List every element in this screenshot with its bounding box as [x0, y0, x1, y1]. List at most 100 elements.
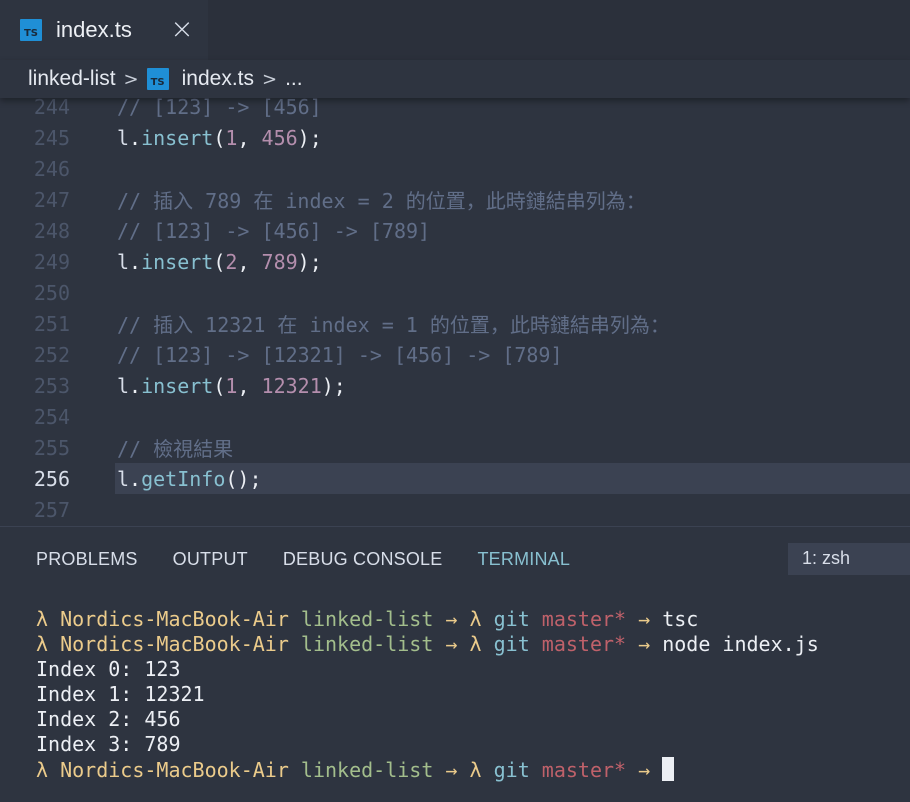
- prompt-arrow: →: [445, 758, 458, 782]
- terminal-output-line: Index 0: 123: [36, 657, 181, 681]
- code-line[interactable]: 257: [0, 494, 910, 525]
- code-line[interactable]: 247 // 插入 789 在 index = 2 的位置，此時鏈結串列為：: [0, 184, 910, 215]
- terminal-output-line: Index 2: 456: [36, 707, 181, 731]
- tab-label: index.ts: [56, 17, 132, 42]
- terminal-line: Index 0: 123: [36, 657, 819, 682]
- code-line[interactable]: 250: [0, 277, 910, 308]
- code-token: // 檢視結果: [117, 437, 234, 461]
- code-line[interactable]: 251 // 插入 12321 在 index = 1 的位置，此時鏈結串列為：: [0, 308, 910, 339]
- code-token: 789: [261, 249, 298, 274]
- code-token: 1: [225, 373, 238, 398]
- code-line[interactable]: 246: [0, 153, 910, 184]
- code-token: ,: [237, 125, 262, 150]
- tab-index-ts[interactable]: TS index.ts ×: [0, 0, 208, 60]
- prompt-host: Nordics-MacBook-Air: [60, 758, 289, 782]
- tab-debug-console[interactable]: DEBUG CONSOLE: [283, 549, 443, 570]
- prompt-branch: master*: [541, 607, 627, 631]
- code-token: .: [129, 373, 142, 398]
- typescript-file-icon: TS: [20, 19, 42, 41]
- code-token: );: [297, 125, 322, 150]
- line-number: 256: [33, 466, 70, 491]
- code-token: .: [129, 466, 142, 491]
- prompt-arrow: →: [638, 632, 651, 656]
- code-token: getInfo: [141, 466, 226, 491]
- code-text: l.getInfo();: [117, 467, 262, 491]
- code-line[interactable]: 252 // [123] -> [12321] -> [456] -> [789]: [0, 339, 910, 370]
- prompt-arrow: →: [445, 632, 458, 656]
- breadcrumb: linked-list > TS index.ts > ...: [0, 60, 910, 98]
- line-number: 244: [33, 98, 70, 119]
- line-number: 254: [33, 404, 70, 429]
- tab-problems[interactable]: PROBLEMS: [36, 549, 138, 570]
- line-number: 255: [33, 435, 70, 460]
- code-token: // [123] -> [456]: [117, 98, 322, 119]
- panel-tab-list: PROBLEMS OUTPUT DEBUG CONSOLE TERMINAL: [36, 549, 605, 570]
- breadcrumb-symbol[interactable]: ...: [285, 67, 303, 91]
- prompt-directory: linked-list: [300, 607, 434, 631]
- prompt-lambda: λ: [469, 758, 482, 782]
- code-token: l: [117, 373, 130, 398]
- editor-tab-bar: TS index.ts ×: [0, 0, 910, 60]
- code-text: // [123] -> [456] -> [789]: [117, 219, 430, 243]
- code-line[interactable]: 254: [0, 401, 910, 432]
- code-line[interactable]: 248 // [123] -> [456] -> [789]: [0, 215, 910, 246]
- terminal-line: λ Nordics-MacBook-Air linked-list → λ gi…: [36, 632, 819, 657]
- code-text: // 插入 12321 在 index = 1 的位置，此時鏈結串列為：: [117, 309, 670, 338]
- prompt-lambda: λ: [36, 607, 49, 631]
- code-token: // [123] -> [456] -> [789]: [117, 218, 431, 243]
- prompt-git: git: [493, 758, 530, 782]
- breadcrumb-folder[interactable]: linked-list: [28, 67, 116, 91]
- code-token: (: [213, 373, 226, 398]
- close-icon[interactable]: ×: [170, 15, 194, 43]
- prompt-arrow: →: [638, 607, 651, 631]
- prompt-branch: master*: [541, 758, 627, 782]
- code-token: .: [129, 125, 142, 150]
- line-number: 247: [33, 187, 70, 212]
- code-token: insert: [141, 373, 214, 398]
- code-token: // [123] -> [12321] -> [456] -> [789]: [117, 342, 563, 367]
- chevron-right-icon: >: [262, 68, 278, 90]
- code-line[interactable]: 253 l.insert(1, 12321);: [0, 370, 910, 401]
- code-line[interactable]: 244 // [123] -> [456]: [0, 98, 910, 122]
- terminal-command: tsc: [662, 607, 699, 631]
- terminal-output[interactable]: λ Nordics-MacBook-Air linked-list → λ gi…: [36, 607, 819, 783]
- code-text: l.insert(2, 789);: [117, 250, 322, 274]
- code-token: // 插入 12321 在 index = 1 的位置，此時鏈結串列為：: [117, 313, 670, 337]
- terminal-output-line: Index 1: 12321: [36, 682, 205, 706]
- code-text: // [123] -> [456]: [117, 98, 322, 119]
- tab-terminal[interactable]: TERMINAL: [477, 549, 570, 570]
- terminal-line: Index 1: 12321: [36, 682, 819, 707]
- code-text: l.insert(1, 456);: [117, 126, 322, 150]
- code-token: );: [321, 373, 346, 398]
- line-number: 250: [33, 280, 70, 305]
- code-editor[interactable]: 244 // [123] -> [456] 245 l.insert(1, 456);…: [0, 98, 910, 526]
- line-number: 249: [33, 249, 70, 274]
- code-token: .: [129, 249, 142, 274]
- chevron-right-icon: >: [123, 68, 139, 90]
- line-number: 252: [33, 342, 70, 367]
- code-token: 12321: [261, 373, 322, 398]
- prompt-host: Nordics-MacBook-Air: [60, 632, 289, 656]
- line-number: 246: [33, 156, 70, 181]
- code-token: (: [213, 249, 226, 274]
- prompt-git: git: [493, 632, 530, 656]
- code-token: l: [117, 466, 130, 491]
- prompt-directory: linked-list: [300, 758, 434, 782]
- prompt-lambda: λ: [469, 607, 482, 631]
- code-line[interactable]: 255 // 檢視結果: [0, 432, 910, 463]
- code-token: ,: [237, 373, 262, 398]
- code-line[interactable]: 245 l.insert(1, 456);: [0, 122, 910, 153]
- tab-output[interactable]: OUTPUT: [173, 549, 248, 570]
- code-token: 1: [225, 125, 238, 150]
- code-line[interactable]: 256 l.getInfo();: [34, 463, 910, 494]
- line-number: 257: [33, 497, 70, 522]
- prompt-git: git: [493, 607, 530, 631]
- prompt-branch: master*: [541, 632, 627, 656]
- breadcrumb-file[interactable]: index.ts: [182, 67, 254, 91]
- code-token: insert: [141, 125, 214, 150]
- code-line[interactable]: 249 l.insert(2, 789);: [0, 246, 910, 277]
- terminal-command: node index.js: [662, 632, 819, 656]
- terminal-select[interactable]: 1: zsh: [788, 543, 910, 575]
- code-token: ();: [225, 466, 262, 491]
- terminal-line: Index 3: 789: [36, 732, 819, 757]
